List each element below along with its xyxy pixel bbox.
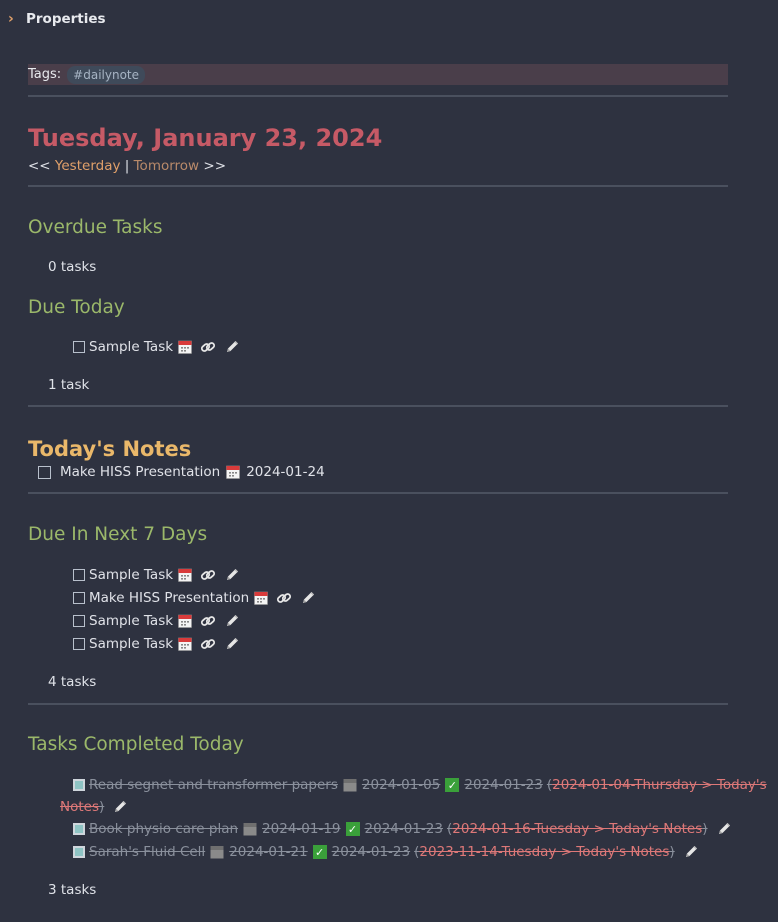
link-icon[interactable] [200,567,216,583]
link-icon[interactable] [200,339,216,355]
note-link-continued[interactable]: Notes [60,799,99,815]
calendar-icon [243,822,257,836]
task-checkbox-checked[interactable] [73,779,85,791]
task-done-date: 2024-01-23 [364,821,443,837]
tomorrow-link[interactable]: Tomorrow [134,158,200,174]
task-text: Make HISS Presentation [89,590,250,606]
note-link[interactable]: 2023-11-14-Tuesday > Today's Notes [419,844,669,860]
calendar-icon [178,614,192,628]
link-icon[interactable] [276,590,292,606]
task-done-date: 2024-01-23 [464,777,543,793]
page-title: Tuesday, January 23, 2024 [28,124,383,152]
calendar-icon [178,637,192,651]
next7-heading: Due In Next 7 Days [28,524,208,545]
divider [28,185,728,187]
check-icon: ✓ [312,845,327,859]
task-text: Sample Task [89,567,174,583]
overdue-heading: Overdue Tasks [28,217,163,238]
tags-label: Tags: [28,67,62,82]
task-row: Sample Task [73,613,240,629]
calendar-icon [254,591,268,605]
task-done-date: 2024-01-23 [331,844,411,860]
calendar-icon [178,568,192,582]
pencil-icon[interactable] [112,799,128,815]
task-due-date: 2024-01-05 [361,777,441,793]
task-text: Book physio care plan [89,821,239,837]
task-row: Sample Task [73,339,240,355]
task-checkbox[interactable] [73,638,85,650]
divider [28,703,728,705]
task-text: Sample Task [89,339,174,355]
todays-notes-heading: Today's Notes [28,437,192,461]
task-checkbox[interactable] [73,615,85,627]
task-row: Make HISS Presentation 2024-01-24 [38,464,325,480]
nav-next-suffix: >> [199,158,227,174]
task-checkbox[interactable] [73,569,85,581]
task-checkbox-checked[interactable] [73,846,85,858]
calendar-icon [343,778,357,792]
due-today-count: 1 task [48,377,90,393]
properties-toggle[interactable]: › Properties [8,11,106,27]
completed-task-row: Sarah's Fluid Cell 2024-01-21 ✓ 2024-01-… [73,844,699,860]
task-checkbox[interactable] [73,592,85,604]
task-text: Make HISS Presentation [60,464,221,480]
pencil-icon[interactable] [716,821,732,837]
check-icon: ✓ [345,822,360,836]
task-checkbox[interactable] [38,465,51,479]
pencil-icon[interactable] [683,844,699,860]
completed-task-row: Read segnet and transformer papers 2024-… [73,777,767,793]
pencil-icon[interactable] [300,590,316,606]
completed-task-row: Book physio care plan 2024-01-19 ✓ 2024-… [73,821,732,837]
calendar-icon [210,845,224,859]
note-link[interactable]: 2024-01-04-Thursday > Today's [552,777,767,793]
note-link[interactable]: 2024-01-16-Tuesday > Today's Notes [452,821,702,837]
task-row: Sample Task [73,567,240,583]
overdue-count: 0 tasks [48,259,97,275]
task-due-date: 2024-01-19 [262,821,341,837]
properties-label: Properties [26,11,106,27]
due-today-heading: Due Today [28,297,125,318]
completed-count: 3 tasks [48,882,97,898]
calendar-icon [226,465,240,479]
task-row: Sample Task [73,636,240,652]
yesterday-link[interactable]: Yesterday [55,158,121,174]
divider [28,492,728,494]
nav-prev-prefix: << [28,158,55,174]
task-text: Sample Task [89,636,174,652]
pencil-icon[interactable] [224,339,240,355]
divider [28,405,728,407]
next7-count: 4 tasks [48,674,97,690]
completed-heading: Tasks Completed Today [28,734,244,755]
pencil-icon[interactable] [224,567,240,583]
task-due-date: 2024-01-24 [246,464,325,480]
link-icon[interactable] [200,613,216,629]
task-checkbox-checked[interactable] [73,823,85,835]
task-text: Sarah's Fluid Cell [89,844,206,860]
calendar-icon [178,340,192,354]
pencil-icon[interactable] [224,613,240,629]
task-checkbox[interactable] [73,341,85,353]
chevron-right-icon: › [8,11,14,27]
completed-task-row-wrap: Notes) [60,799,128,815]
day-navigation: << Yesterday | Tomorrow >> [28,158,226,174]
tags-property: Tags: #dailynote [28,64,728,85]
task-row: Make HISS Presentation [73,590,316,606]
task-text: Read segnet and transformer papers [89,777,338,793]
link-icon[interactable] [200,636,216,652]
task-due-date: 2024-01-21 [229,844,308,860]
task-text: Sample Task [89,613,174,629]
pencil-icon[interactable] [224,636,240,652]
divider [28,95,728,97]
tag-dailynote[interactable]: #dailynote [67,65,146,84]
check-icon: ✓ [445,778,460,792]
nav-separator: | [120,158,134,174]
